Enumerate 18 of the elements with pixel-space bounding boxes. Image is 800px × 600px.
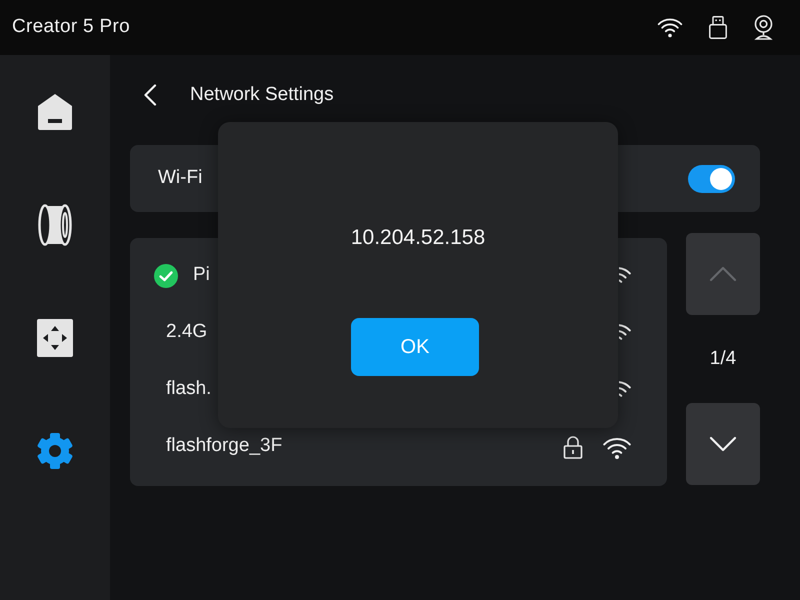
network-name[interactable]: Pi	[193, 261, 210, 290]
back-icon[interactable]	[143, 84, 157, 106]
wifi-label: Wi-Fi	[158, 166, 202, 190]
home-icon[interactable]	[37, 92, 73, 130]
page-title: Network Settings	[190, 82, 334, 107]
device-title: Creator 5 Pro	[12, 15, 130, 40]
camera-icon	[753, 15, 774, 40]
network-name[interactable]: flashforge_3F	[166, 432, 282, 461]
network-name[interactable]: 2.4G	[166, 318, 208, 347]
wifi-icon	[657, 18, 683, 38]
settings-icon[interactable]	[37, 432, 73, 468]
usb-icon	[709, 16, 727, 39]
wifi-toggle[interactable]	[688, 164, 735, 192]
ip-address-text: 10.204.52.158	[350, 225, 486, 251]
spool-icon[interactable]	[38, 202, 72, 246]
page-indicator: 1/4	[710, 346, 736, 371]
arrows-icon[interactable]	[37, 318, 73, 356]
network-name[interactable]: flash.	[166, 375, 212, 404]
